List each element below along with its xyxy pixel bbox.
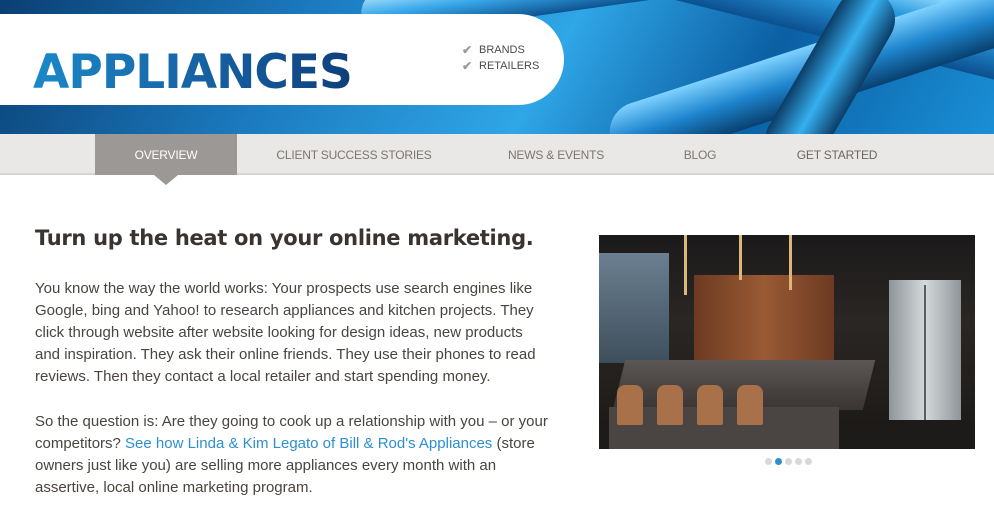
question-paragraph: So the question is: Are they going to co… [35,411,550,499]
checklist-label: BRANDS [479,44,525,56]
photo-detail [657,385,683,425]
nav-item-overview[interactable]: OVERVIEW [95,134,237,175]
photo-detail [617,385,643,425]
photo-detail [739,235,742,280]
slideshow-pagination [765,458,812,465]
slide-dot-active[interactable] [775,458,782,465]
nav-item-news-events[interactable]: NEWS & EVENTS [496,134,616,175]
photo-detail [737,385,763,425]
slide-dot[interactable] [765,458,772,465]
logo-panel: APPLIANCES ✔ BRANDS ✔ RETAILERS [0,14,564,105]
success-story-link[interactable]: See how Linda & Kim Legato of Bill & Rod… [125,435,492,452]
photo-detail [924,285,926,435]
photo-detail [684,235,687,295]
nav-item-client-success-stories[interactable]: CLIENT SUCCESS STORIES [268,134,440,175]
slide-dot[interactable] [805,458,812,465]
audience-checklist: ✔ BRANDS ✔ RETAILERS [462,42,539,74]
intro-paragraph: You know the way the world works: Your p… [35,280,536,385]
checklist-item: ✔ BRANDS [462,42,539,58]
photo-detail [599,253,669,363]
check-icon: ✔ [462,43,473,57]
check-icon: ✔ [462,59,473,73]
active-nav-indicator [154,175,178,185]
checklist-label: RETAILERS [479,60,540,72]
slide-dot[interactable] [785,458,792,465]
nav-item-get-started[interactable]: GET STARTED [786,134,888,175]
site-logo[interactable]: APPLIANCES [33,48,353,98]
photo-detail [697,385,723,425]
main-nav: OVERVIEW CLIENT SUCCESS STORIES NEWS & E… [0,134,994,300]
photo-detail [609,407,839,449]
slide-dot[interactable] [795,458,802,465]
photo-detail [789,235,792,290]
nav-item-blog[interactable]: BLOG [670,134,730,175]
page-title: Turn up the heat on your online marketin… [35,226,534,250]
checklist-item: ✔ RETAILERS [462,58,539,74]
kitchen-photo [599,235,975,449]
